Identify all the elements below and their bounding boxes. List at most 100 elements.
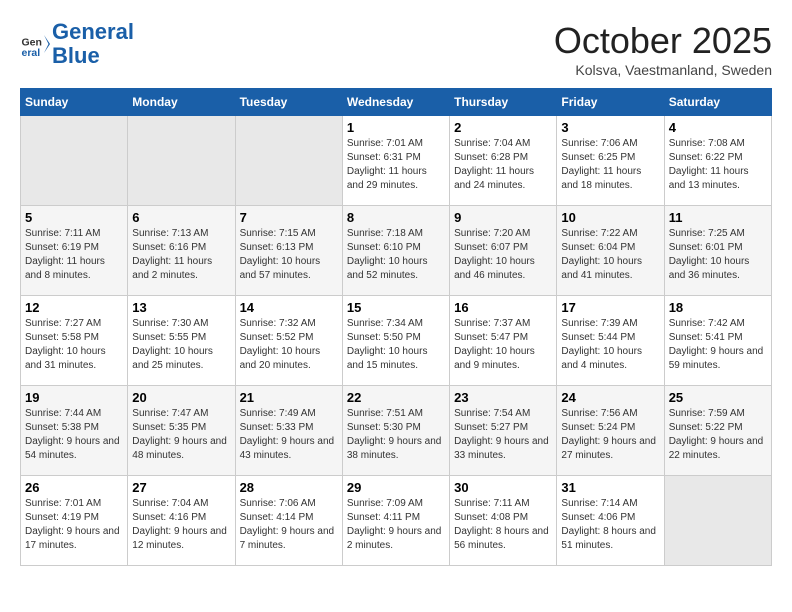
day-detail: Sunrise: 7:13 AMSunset: 6:16 PMDaylight:…	[132, 227, 230, 283]
day-detail: Sunrise: 7:54 AMSunset: 5:27 PMDaylight:…	[454, 407, 552, 463]
day-number: 29	[347, 480, 445, 495]
weekday-header-row: SundayMondayTuesdayWednesdayThursdayFrid…	[21, 89, 772, 116]
weekday-header: Sunday	[21, 89, 128, 116]
month-title: October 2025	[554, 20, 772, 62]
day-detail: Sunrise: 7:34 AMSunset: 5:50 PMDaylight:…	[347, 317, 445, 373]
day-detail: Sunrise: 7:56 AMSunset: 5:24 PMDaylight:…	[561, 407, 659, 463]
svg-text:eral: eral	[22, 47, 41, 59]
page-header: Gen eral GeneralBlue October 2025 Kolsva…	[20, 20, 772, 78]
day-detail: Sunrise: 7:06 AMSunset: 6:25 PMDaylight:…	[561, 137, 659, 193]
logo: Gen eral GeneralBlue	[20, 20, 134, 68]
day-detail: Sunrise: 7:09 AMSunset: 4:11 PMDaylight:…	[347, 497, 445, 553]
day-detail: Sunrise: 7:39 AMSunset: 5:44 PMDaylight:…	[561, 317, 659, 373]
calendar-cell: 2 Sunrise: 7:04 AMSunset: 6:28 PMDayligh…	[450, 116, 557, 206]
day-detail: Sunrise: 7:01 AMSunset: 6:31 PMDaylight:…	[347, 137, 445, 193]
calendar-cell: 22 Sunrise: 7:51 AMSunset: 5:30 PMDaylig…	[342, 386, 449, 476]
day-detail: Sunrise: 7:11 AMSunset: 4:08 PMDaylight:…	[454, 497, 552, 553]
calendar-cell: 23 Sunrise: 7:54 AMSunset: 5:27 PMDaylig…	[450, 386, 557, 476]
day-number: 14	[240, 300, 338, 315]
weekday-header: Saturday	[664, 89, 771, 116]
calendar-week-row: 19 Sunrise: 7:44 AMSunset: 5:38 PMDaylig…	[21, 386, 772, 476]
calendar-cell: 12 Sunrise: 7:27 AMSunset: 5:58 PMDaylig…	[21, 296, 128, 386]
day-detail: Sunrise: 7:14 AMSunset: 4:06 PMDaylight:…	[561, 497, 659, 553]
weekday-header: Thursday	[450, 89, 557, 116]
logo-text: GeneralBlue	[52, 20, 134, 68]
day-number: 22	[347, 390, 445, 405]
day-number: 18	[669, 300, 767, 315]
day-number: 2	[454, 120, 552, 135]
day-detail: Sunrise: 7:51 AMSunset: 5:30 PMDaylight:…	[347, 407, 445, 463]
day-number: 9	[454, 210, 552, 225]
day-number: 12	[25, 300, 123, 315]
day-detail: Sunrise: 7:18 AMSunset: 6:10 PMDaylight:…	[347, 227, 445, 283]
calendar-cell: 3 Sunrise: 7:06 AMSunset: 6:25 PMDayligh…	[557, 116, 664, 206]
calendar-cell: 19 Sunrise: 7:44 AMSunset: 5:38 PMDaylig…	[21, 386, 128, 476]
calendar-week-row: 12 Sunrise: 7:27 AMSunset: 5:58 PMDaylig…	[21, 296, 772, 386]
day-detail: Sunrise: 7:49 AMSunset: 5:33 PMDaylight:…	[240, 407, 338, 463]
day-detail: Sunrise: 7:06 AMSunset: 4:14 PMDaylight:…	[240, 497, 338, 553]
calendar-cell: 10 Sunrise: 7:22 AMSunset: 6:04 PMDaylig…	[557, 206, 664, 296]
day-detail: Sunrise: 7:30 AMSunset: 5:55 PMDaylight:…	[132, 317, 230, 373]
day-number: 16	[454, 300, 552, 315]
day-number: 13	[132, 300, 230, 315]
day-number: 21	[240, 390, 338, 405]
calendar-cell	[235, 116, 342, 206]
day-detail: Sunrise: 7:44 AMSunset: 5:38 PMDaylight:…	[25, 407, 123, 463]
location-subtitle: Kolsva, Vaestmanland, Sweden	[554, 62, 772, 78]
day-detail: Sunrise: 7:04 AMSunset: 6:28 PMDaylight:…	[454, 137, 552, 193]
weekday-header: Friday	[557, 89, 664, 116]
title-block: October 2025 Kolsva, Vaestmanland, Swede…	[554, 20, 772, 78]
calendar-cell: 6 Sunrise: 7:13 AMSunset: 6:16 PMDayligh…	[128, 206, 235, 296]
day-number: 3	[561, 120, 659, 135]
calendar-cell: 5 Sunrise: 7:11 AMSunset: 6:19 PMDayligh…	[21, 206, 128, 296]
calendar-cell: 15 Sunrise: 7:34 AMSunset: 5:50 PMDaylig…	[342, 296, 449, 386]
day-detail: Sunrise: 7:27 AMSunset: 5:58 PMDaylight:…	[25, 317, 123, 373]
calendar-cell	[664, 476, 771, 566]
calendar-cell: 8 Sunrise: 7:18 AMSunset: 6:10 PMDayligh…	[342, 206, 449, 296]
calendar-cell: 24 Sunrise: 7:56 AMSunset: 5:24 PMDaylig…	[557, 386, 664, 476]
day-detail: Sunrise: 7:25 AMSunset: 6:01 PMDaylight:…	[669, 227, 767, 283]
calendar-cell: 9 Sunrise: 7:20 AMSunset: 6:07 PMDayligh…	[450, 206, 557, 296]
day-number: 19	[25, 390, 123, 405]
calendar-cell: 21 Sunrise: 7:49 AMSunset: 5:33 PMDaylig…	[235, 386, 342, 476]
day-detail: Sunrise: 7:32 AMSunset: 5:52 PMDaylight:…	[240, 317, 338, 373]
day-detail: Sunrise: 7:08 AMSunset: 6:22 PMDaylight:…	[669, 137, 767, 193]
day-detail: Sunrise: 7:15 AMSunset: 6:13 PMDaylight:…	[240, 227, 338, 283]
day-number: 15	[347, 300, 445, 315]
calendar-week-row: 5 Sunrise: 7:11 AMSunset: 6:19 PMDayligh…	[21, 206, 772, 296]
calendar-table: SundayMondayTuesdayWednesdayThursdayFrid…	[20, 88, 772, 566]
day-number: 24	[561, 390, 659, 405]
day-number: 27	[132, 480, 230, 495]
calendar-cell: 27 Sunrise: 7:04 AMSunset: 4:16 PMDaylig…	[128, 476, 235, 566]
day-detail: Sunrise: 7:22 AMSunset: 6:04 PMDaylight:…	[561, 227, 659, 283]
day-detail: Sunrise: 7:11 AMSunset: 6:19 PMDaylight:…	[25, 227, 123, 283]
calendar-cell	[128, 116, 235, 206]
day-detail: Sunrise: 7:01 AMSunset: 4:19 PMDaylight:…	[25, 497, 123, 553]
day-detail: Sunrise: 7:20 AMSunset: 6:07 PMDaylight:…	[454, 227, 552, 283]
calendar-cell: 18 Sunrise: 7:42 AMSunset: 5:41 PMDaylig…	[664, 296, 771, 386]
day-number: 23	[454, 390, 552, 405]
day-number: 28	[240, 480, 338, 495]
day-number: 11	[669, 210, 767, 225]
calendar-cell: 28 Sunrise: 7:06 AMSunset: 4:14 PMDaylig…	[235, 476, 342, 566]
calendar-cell: 16 Sunrise: 7:37 AMSunset: 5:47 PMDaylig…	[450, 296, 557, 386]
weekday-header: Tuesday	[235, 89, 342, 116]
calendar-week-row: 1 Sunrise: 7:01 AMSunset: 6:31 PMDayligh…	[21, 116, 772, 206]
calendar-cell: 25 Sunrise: 7:59 AMSunset: 5:22 PMDaylig…	[664, 386, 771, 476]
calendar-cell: 1 Sunrise: 7:01 AMSunset: 6:31 PMDayligh…	[342, 116, 449, 206]
day-detail: Sunrise: 7:42 AMSunset: 5:41 PMDaylight:…	[669, 317, 767, 373]
day-number: 10	[561, 210, 659, 225]
calendar-cell: 7 Sunrise: 7:15 AMSunset: 6:13 PMDayligh…	[235, 206, 342, 296]
logo-icon: Gen eral	[20, 29, 50, 59]
day-number: 5	[25, 210, 123, 225]
day-detail: Sunrise: 7:37 AMSunset: 5:47 PMDaylight:…	[454, 317, 552, 373]
day-detail: Sunrise: 7:04 AMSunset: 4:16 PMDaylight:…	[132, 497, 230, 553]
calendar-cell: 26 Sunrise: 7:01 AMSunset: 4:19 PMDaylig…	[21, 476, 128, 566]
day-number: 20	[132, 390, 230, 405]
day-number: 31	[561, 480, 659, 495]
calendar-cell	[21, 116, 128, 206]
weekday-header: Monday	[128, 89, 235, 116]
calendar-cell: 29 Sunrise: 7:09 AMSunset: 4:11 PMDaylig…	[342, 476, 449, 566]
calendar-cell: 11 Sunrise: 7:25 AMSunset: 6:01 PMDaylig…	[664, 206, 771, 296]
calendar-cell: 13 Sunrise: 7:30 AMSunset: 5:55 PMDaylig…	[128, 296, 235, 386]
